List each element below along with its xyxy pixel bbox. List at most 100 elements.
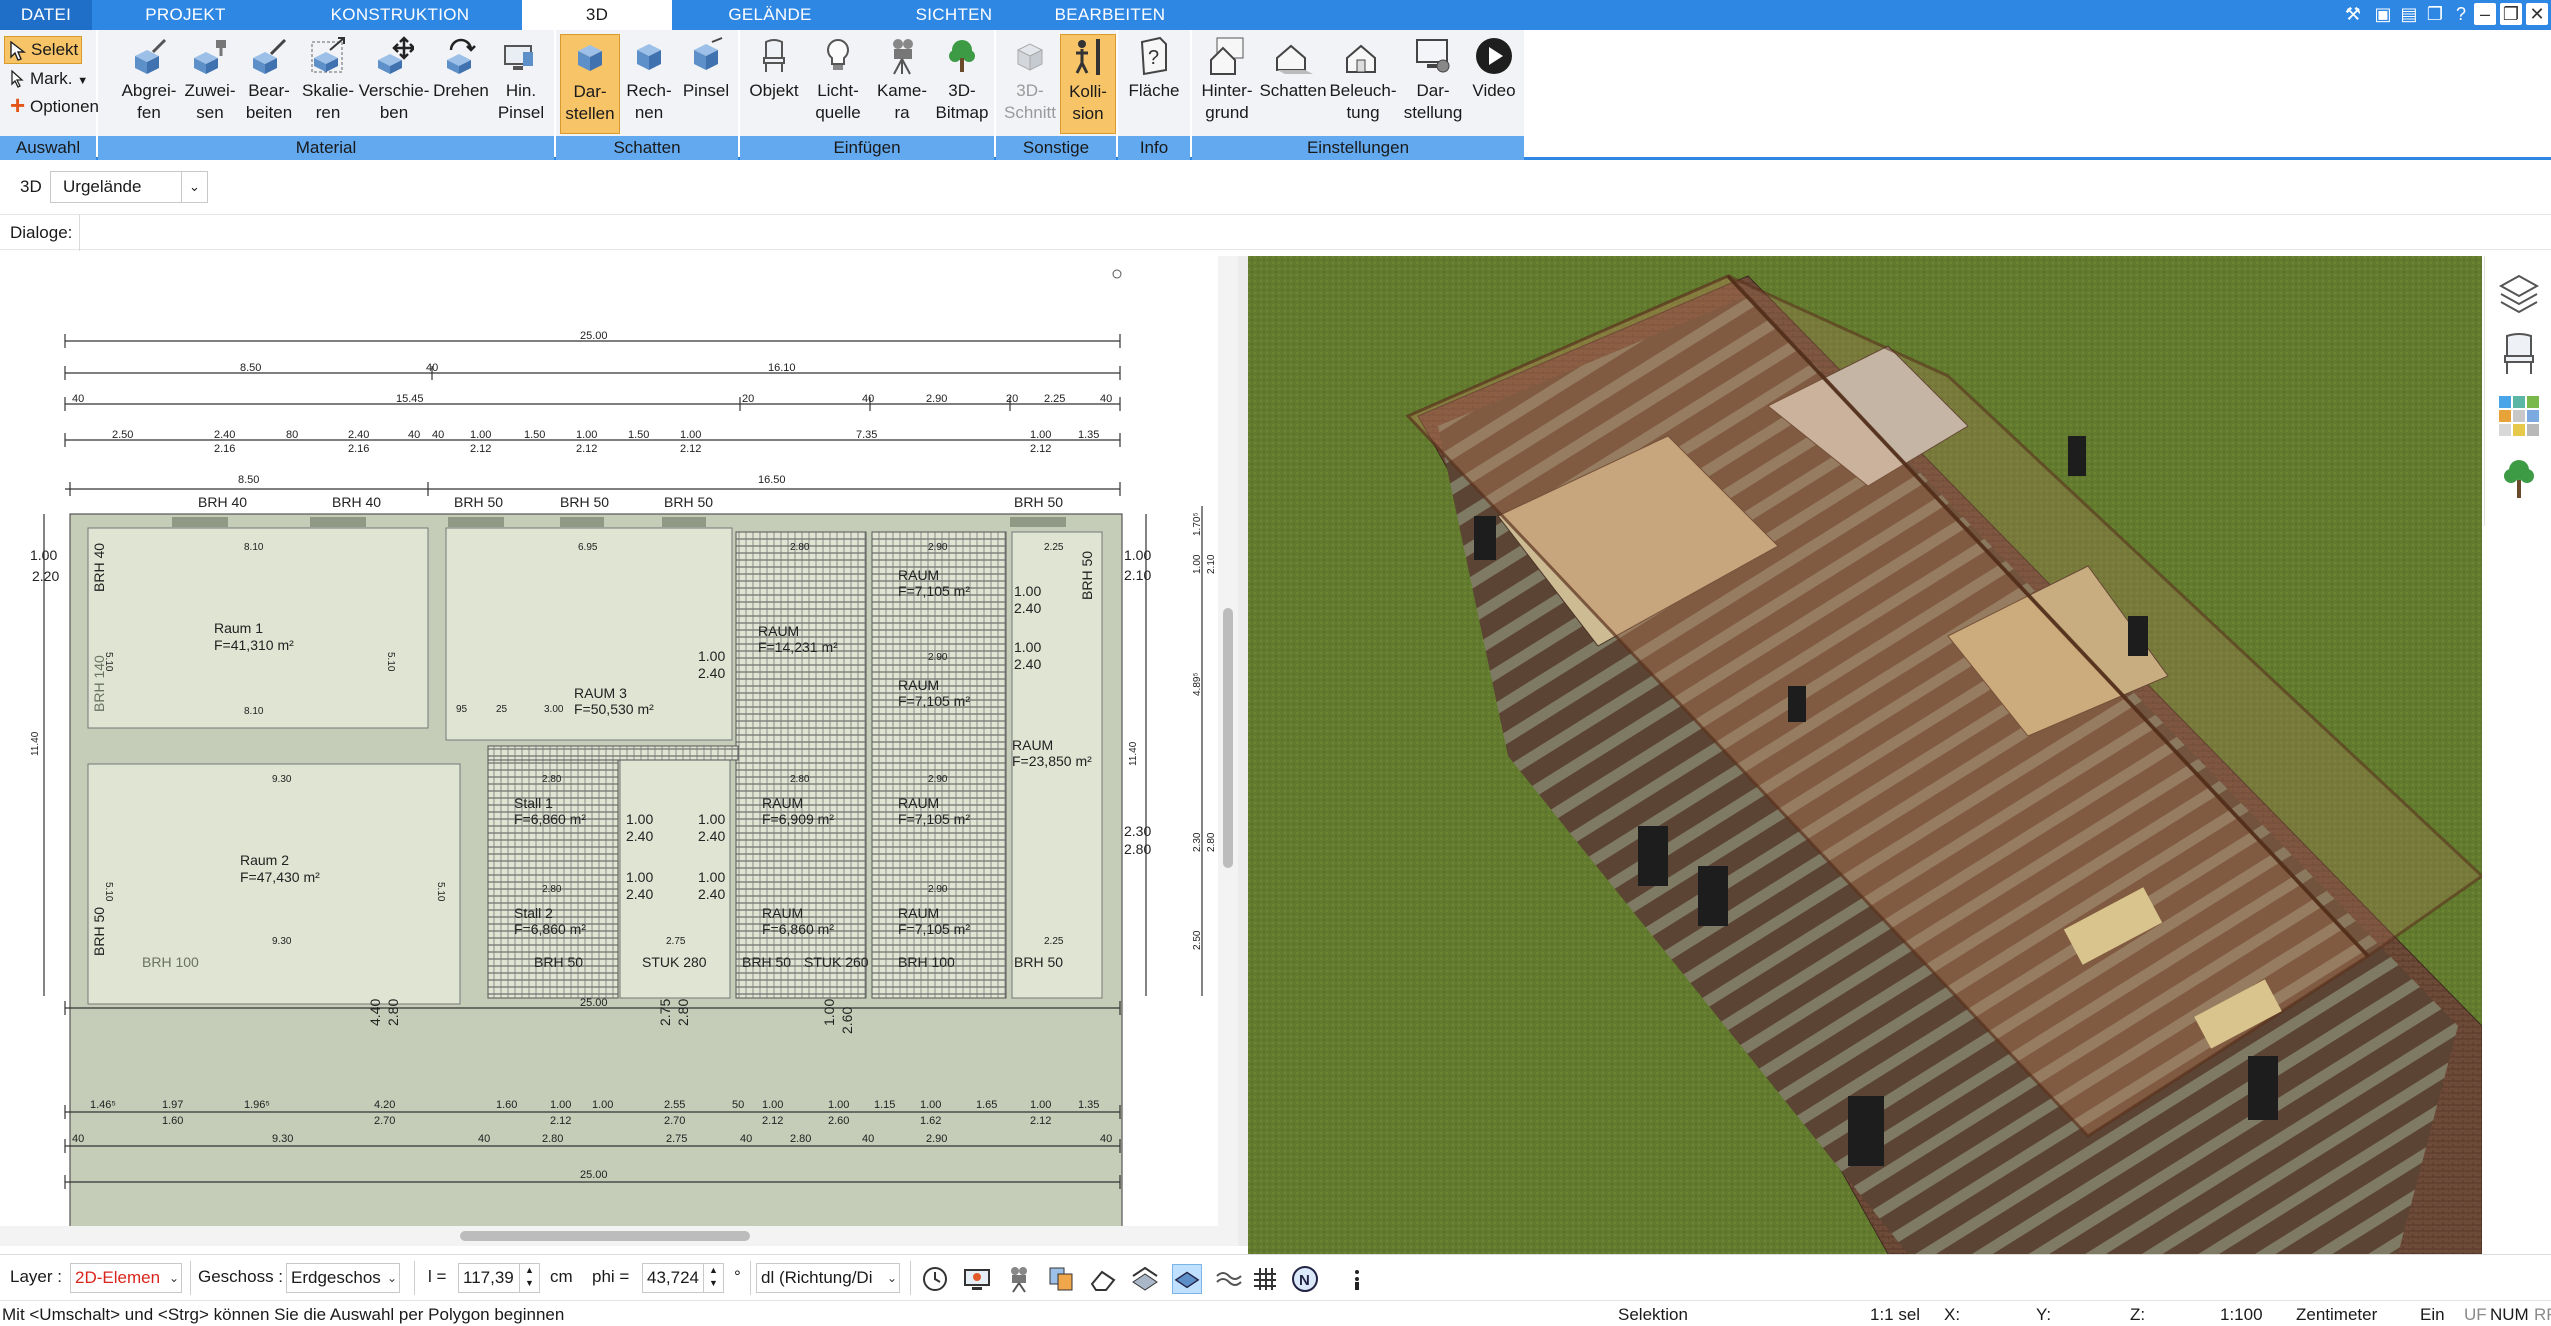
paste-icon[interactable]: ▣ [2370, 2, 2396, 26]
svg-text:8.50: 8.50 [240, 362, 261, 374]
svg-text:2.12: 2.12 [1030, 443, 1051, 455]
svg-text:1.00: 1.00 [1030, 1099, 1051, 1111]
terrain-dropdown[interactable]: Urgelände ⌄ [50, 171, 208, 203]
svg-text:1.00: 1.00 [828, 1099, 849, 1111]
tab-gelaende[interactable]: GELÄNDE [700, 0, 840, 30]
svg-text:5.10: 5.10 [435, 882, 446, 902]
floor-plan-view[interactable]: 25.00 8.50 40 16.10 40 15.45 20 40 2.90 … [0, 256, 1218, 1226]
stepper-arrows-icon[interactable]: ▲ ▼ [703, 1264, 723, 1292]
scrollbar-thumb[interactable] [1223, 608, 1233, 868]
svg-text:4.89⁵: 4.89⁵ [1192, 672, 1203, 696]
copy-objects-icon[interactable] [1046, 1264, 1076, 1294]
svg-text:8.10: 8.10 [244, 542, 264, 553]
floor-dropdown[interactable]: Erdgeschos ⌄ [286, 1263, 400, 1293]
rotate-material-button[interactable]: Drehen [430, 34, 492, 134]
insert-3d-bitmap-button[interactable]: 3D- Bitmap [932, 34, 992, 134]
dialog-bar: Dialoge: [0, 214, 2551, 251]
textures-icon[interactable] [1130, 1264, 1160, 1294]
more-options-icon[interactable] [1342, 1264, 1372, 1294]
room-name: RAUM 3 [574, 685, 627, 701]
tab-3d[interactable]: 3D [522, 0, 672, 30]
chair-icon[interactable] [2497, 332, 2541, 376]
brush-button[interactable]: Hin. Pinsel [492, 34, 550, 134]
svg-text:1.00: 1.00 [762, 1099, 783, 1111]
north-icon[interactable]: N [1290, 1264, 1320, 1294]
angle-stepper[interactable]: 43,724 ▲ ▼ [642, 1263, 724, 1293]
copy-icon[interactable]: ❐ [2422, 2, 2448, 26]
plan-horizontal-scrollbar[interactable] [0, 1226, 1238, 1246]
tab-konstruktion[interactable]: KONSTRUKTION [300, 0, 500, 30]
status-hint: Mit <Umschalt> und <Strg> können Sie die… [2, 1305, 565, 1324]
room-name: RAUM [758, 623, 799, 639]
room-name: RAUM [898, 905, 939, 921]
status-uf: UF [2464, 1305, 2487, 1324]
scrollbar-thumb[interactable] [460, 1231, 750, 1241]
show-shadow-button[interactable]: Dar- stellen [560, 34, 620, 134]
surface-icon[interactable] [1172, 1264, 1202, 1294]
clock-icon[interactable] [920, 1264, 950, 1294]
move-material-button[interactable]: Verschie- ben [358, 34, 430, 134]
eraser-icon[interactable] [1088, 1264, 1118, 1294]
floor-label: Geschoss : [198, 1267, 284, 1286]
svg-text:2.40: 2.40 [348, 429, 369, 441]
insert-camera-button[interactable]: Kame- ra [872, 34, 932, 134]
3d-view[interactable] [1248, 256, 2482, 1254]
options-button[interactable]: + Optionen [4, 92, 99, 122]
layer-dropdown[interactable]: 2D-Elemen ⌄ [70, 1263, 182, 1293]
pick-material-button[interactable]: Abgrei- fen [118, 34, 180, 134]
svg-text:2.80: 2.80 [542, 774, 562, 785]
layout-icon[interactable]: ▤ [2396, 2, 2422, 26]
group-label-material: Material [98, 136, 554, 160]
floor-plan-drawing[interactable]: 25.00 8.50 40 16.10 40 15.45 20 40 2.90 … [0, 256, 1218, 1226]
view-splitter[interactable] [1238, 256, 1248, 1246]
tab-datei[interactable]: DATEI [0, 0, 92, 30]
select-tool-button[interactable]: Selekt [4, 36, 82, 64]
length-stepper[interactable]: 117,39 ▲ ▼ [458, 1263, 540, 1293]
area-info-button[interactable]: ? Fläche [1124, 34, 1184, 134]
svg-text:2.10: 2.10 [1124, 567, 1151, 583]
svg-text:2.80: 2.80 [1206, 832, 1217, 852]
svg-text:1.00: 1.00 [1014, 583, 1041, 599]
camera-icon[interactable] [1004, 1264, 1034, 1294]
stepper-arrows-icon[interactable]: ▲ ▼ [519, 1264, 539, 1292]
shadow-settings-button[interactable]: Schatten [1258, 34, 1328, 134]
minimize-icon[interactable]: – [2474, 3, 2496, 25]
grid-icon[interactable] [1250, 1264, 1280, 1294]
tab-sichten[interactable]: SICHTEN [880, 0, 1028, 30]
direction-mode-dropdown[interactable]: dl (Richtung/Di ⌄ [756, 1263, 900, 1293]
scale-material-button[interactable]: Skalie- ren [298, 34, 358, 134]
insert-object-button[interactable]: Objekt [744, 34, 804, 134]
tab-bearbeiten[interactable]: BEARBEITEN [1040, 0, 1180, 30]
materials-palette-icon[interactable] [2497, 394, 2541, 438]
wave-surface-icon[interactable] [1214, 1264, 1244, 1294]
shadow-brush-button[interactable]: Pinsel [678, 34, 734, 134]
3d-section-button[interactable]: 3D- Schnitt [1000, 34, 1060, 134]
collision-button[interactable]: Kolli- sion [1060, 34, 1116, 134]
scale-icon [311, 37, 345, 73]
room-name: RAUM [1012, 737, 1053, 753]
restore-icon[interactable]: ❐ [2500, 3, 2522, 25]
svg-text:2.40: 2.40 [698, 886, 725, 902]
direction-mode-value: dl (Richtung/Di [761, 1268, 873, 1287]
assign-material-button[interactable]: Zuwei- sen [180, 34, 240, 134]
help-icon[interactable]: ? [2448, 2, 2474, 26]
close-icon[interactable]: ✕ [2526, 3, 2548, 25]
lighting-button[interactable]: Beleuch- tung [1328, 34, 1398, 134]
compute-shadow-button[interactable]: Rech- nen [620, 34, 678, 134]
svg-text:2.90: 2.90 [928, 884, 948, 895]
tree-icon[interactable] [2497, 456, 2541, 500]
monitor-icon[interactable] [962, 1264, 992, 1294]
insert-light-button[interactable]: Licht- quelle [804, 34, 872, 134]
display-settings-button[interactable]: Dar- stellung [1398, 34, 1468, 134]
background-button[interactable]: Hinter- grund [1196, 34, 1258, 134]
compute-cube-icon [637, 44, 661, 70]
tools-icon[interactable]: ⚒ [2340, 2, 2366, 26]
tab-projekt[interactable]: PROJEKT [118, 0, 253, 30]
plan-vertical-scrollbar[interactable] [1218, 256, 1238, 1226]
svg-text:1.96⁵: 1.96⁵ [244, 1099, 270, 1111]
layers-icon[interactable] [2497, 270, 2541, 314]
video-button[interactable]: Video [1468, 34, 1520, 134]
svg-text:40: 40 [426, 362, 438, 374]
3d-model-render[interactable] [1248, 256, 2482, 1254]
edit-material-button[interactable]: Bear- beiten [240, 34, 298, 134]
